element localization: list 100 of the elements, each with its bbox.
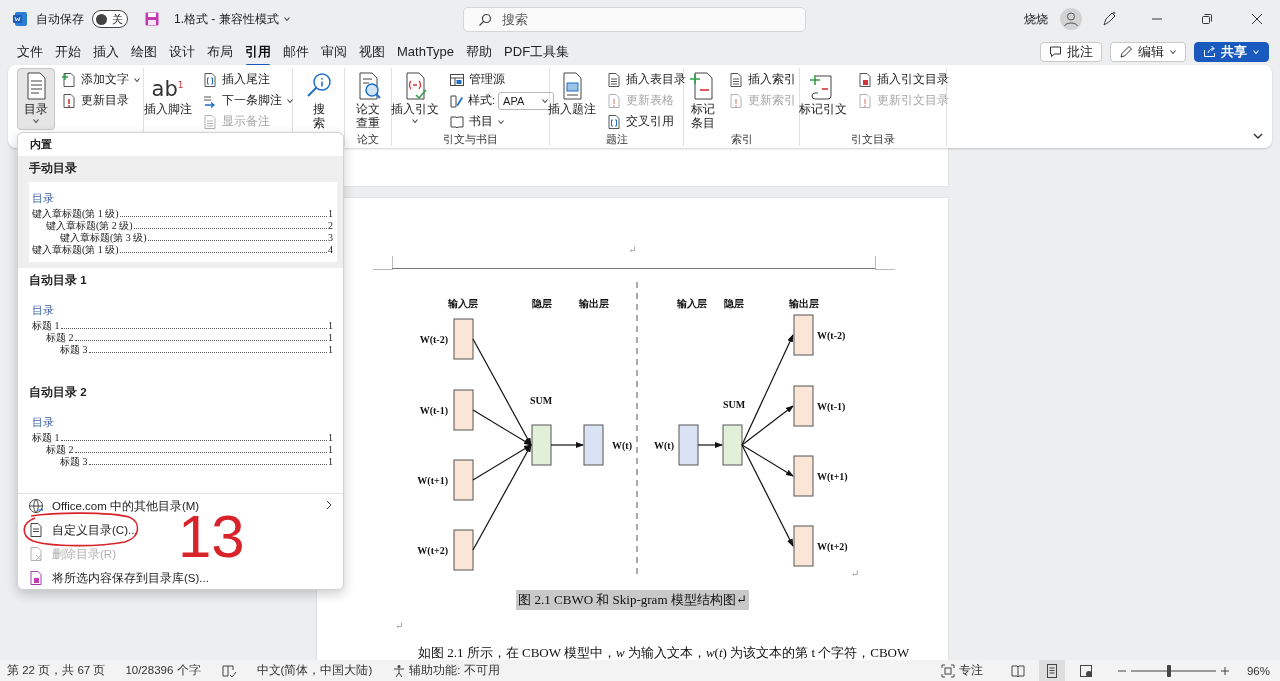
open-book-icon: [1010, 662, 1026, 679]
ribbon-button[interactable]: 目录: [17, 68, 55, 130]
arrow: [550, 442, 584, 448]
document-alert-icon: [728, 92, 744, 109]
web-page-icon: [1078, 662, 1094, 679]
ribbon-tab[interactable]: 引用: [239, 39, 277, 64]
word-label: W(t): [654, 440, 674, 451]
word-label: W(t+1): [417, 475, 448, 486]
ribbon-button[interactable]: 论文 查重: [349, 68, 387, 130]
ribbon-command[interactable]: 插入尾注: [198, 69, 297, 90]
word-label: W(t-1): [419, 405, 448, 416]
document-icon: [28, 522, 44, 538]
toc-preview-entry: 键入章标题(第 3 级) 3: [59, 232, 333, 244]
toc-preview-entry: 标题 1 1: [32, 320, 333, 332]
context-word-node: [453, 529, 474, 571]
ribbon-tab[interactable]: MathType: [391, 41, 461, 62]
layer-label: 输出层: [789, 298, 819, 309]
toc-gallery-item[interactable]: 手动目录 目录 键入章标题(第 1 级) 1 键入章标题(第 2 级) 2 键入章标题(第 3 级) 3 键入章标题(第 1 级) 4: [18, 156, 343, 268]
group-label: 索引: [730, 133, 753, 145]
focus-button[interactable]: 专注: [941, 663, 983, 678]
ribbon-tab[interactable]: 审阅: [315, 39, 353, 64]
group-label: 引文与书目: [443, 133, 498, 145]
group-label: 题注: [605, 133, 628, 145]
search-icon: [478, 12, 492, 27]
globe-icon: [28, 498, 44, 514]
caret-icon: [282, 15, 291, 23]
crop-mark: [875, 256, 895, 270]
document-alert-icon: [606, 92, 622, 109]
zoom-slider-thumb[interactable]: [1167, 664, 1172, 677]
save-icon[interactable]: [144, 11, 160, 27]
word-count: 10/28396 个字: [125, 663, 201, 678]
ribbon-tab[interactable]: 布局: [201, 39, 239, 64]
sum-node: [722, 424, 743, 466]
document-alert-icon: [856, 92, 873, 109]
ribbon-tab[interactable]: 视图: [353, 39, 391, 64]
ribbon-tab[interactable]: 设计: [163, 39, 201, 64]
layer-label: 隐层: [532, 298, 552, 309]
page-count: 第 22 页，共 67 页: [7, 663, 106, 678]
user-name: 烧烧: [1024, 10, 1048, 28]
toc-preview-entry: 标题 1 1: [32, 432, 333, 444]
book-check-icon[interactable]: [220, 662, 237, 679]
ribbon-tab[interactable]: 开始: [49, 39, 87, 64]
group-label: 论文: [357, 133, 379, 145]
ribbon-command[interactable]: 交叉引用: [603, 111, 689, 132]
document-icon: [606, 71, 622, 88]
ribbon-command[interactable]: 下一条脚注: [198, 90, 297, 111]
view-button[interactable]: [1039, 660, 1065, 681]
layer-label: 输入层: [677, 298, 707, 309]
language-status[interactable]: 中文(简体，中国大陆): [256, 663, 373, 678]
footnote-glyph: ab$^{1}$: [151, 76, 184, 101]
zoom-in-icon[interactable]: [1220, 665, 1230, 676]
center-word-node: [583, 424, 604, 466]
paragraph-mark: ↵: [628, 244, 637, 256]
comments-button[interactable]: 批注: [1040, 41, 1102, 62]
sum-label: SUM: [529, 395, 553, 406]
search-field[interactable]: 搜索: [463, 6, 806, 32]
ribbon-button[interactable]: 搜 索: [299, 68, 338, 130]
editing-button[interactable]: 编辑: [1110, 41, 1186, 62]
layer-label: 输入层: [448, 298, 478, 309]
autosave-toggle[interactable]: 关: [92, 10, 128, 28]
ribbon-tab[interactable]: 绘图: [125, 39, 163, 64]
pen-sparkle-icon[interactable]: [1100, 10, 1118, 28]
speech-bubble-icon: [1049, 45, 1062, 58]
context-word-node: [453, 389, 474, 431]
ribbon-tab[interactable]: 文件: [11, 39, 49, 64]
ribbon-tab[interactable]: 帮助: [460, 39, 499, 64]
group-label: 引文目录: [851, 133, 895, 145]
ribbon-command[interactable]: 插入引文目录: [853, 69, 952, 90]
ribbon-command[interactable]: 插入表目录: [603, 69, 689, 90]
paragraph-mark: ↵: [850, 568, 860, 579]
figure-caption: 图 2.1 CBWO 和 Skip-gram 模型结构图↵: [516, 590, 749, 610]
word-label: W(t-1): [817, 401, 846, 412]
word-label: W(t+1): [817, 471, 848, 482]
paragraph-mark: ↵: [395, 619, 405, 633]
ribbon-tab[interactable]: 邮件: [277, 39, 315, 64]
document-icon: [201, 113, 218, 130]
toc-preview-entry: 标题 3 1: [59, 344, 333, 356]
zoom-level[interactable]: 96%: [1230, 664, 1270, 677]
toc-preview-entry: 标题 2 1: [45, 444, 333, 456]
ribbon-tab[interactable]: 插入: [87, 39, 125, 64]
document-plus-icon: [61, 71, 77, 88]
share-arrow-icon: [1203, 45, 1216, 58]
body-paragraph: 如图 2.1 所示，在 CBOW 模型中，w 为输入文本，w(t) 为该文本的第 t 个字符，CBOW: [418, 644, 911, 660]
share-button[interactable]: 共享: [1194, 41, 1269, 62]
document-alert-icon: [61, 92, 77, 109]
accessibility-status[interactable]: 辅助功能: 不可用: [409, 663, 500, 678]
style-label: 样式:: [467, 93, 496, 108]
menu-section-title: 内置: [29, 137, 53, 152]
pencil-icon: [1119, 44, 1133, 59]
ribbon-tab[interactable]: PDF工具集: [498, 39, 576, 64]
maximize-icon[interactable]: [1201, 13, 1213, 25]
avatar-icon[interactable]: [1060, 8, 1082, 30]
toc-preview-entry: 键入章标题(第 1 级) 1: [32, 208, 333, 220]
document-bracket-icon: [606, 113, 622, 130]
context-word-node: [453, 318, 474, 360]
document-title[interactable]: 1.格式 - 兼容性模式: [174, 10, 291, 28]
close-icon[interactable]: [1251, 13, 1263, 25]
ribbon-button[interactable]: 插入引文: [386, 68, 443, 130]
menu-item[interactable]: 将所选内容保存到目录库(S)...: [18, 566, 343, 590]
layer-label: 输出层: [579, 298, 609, 309]
